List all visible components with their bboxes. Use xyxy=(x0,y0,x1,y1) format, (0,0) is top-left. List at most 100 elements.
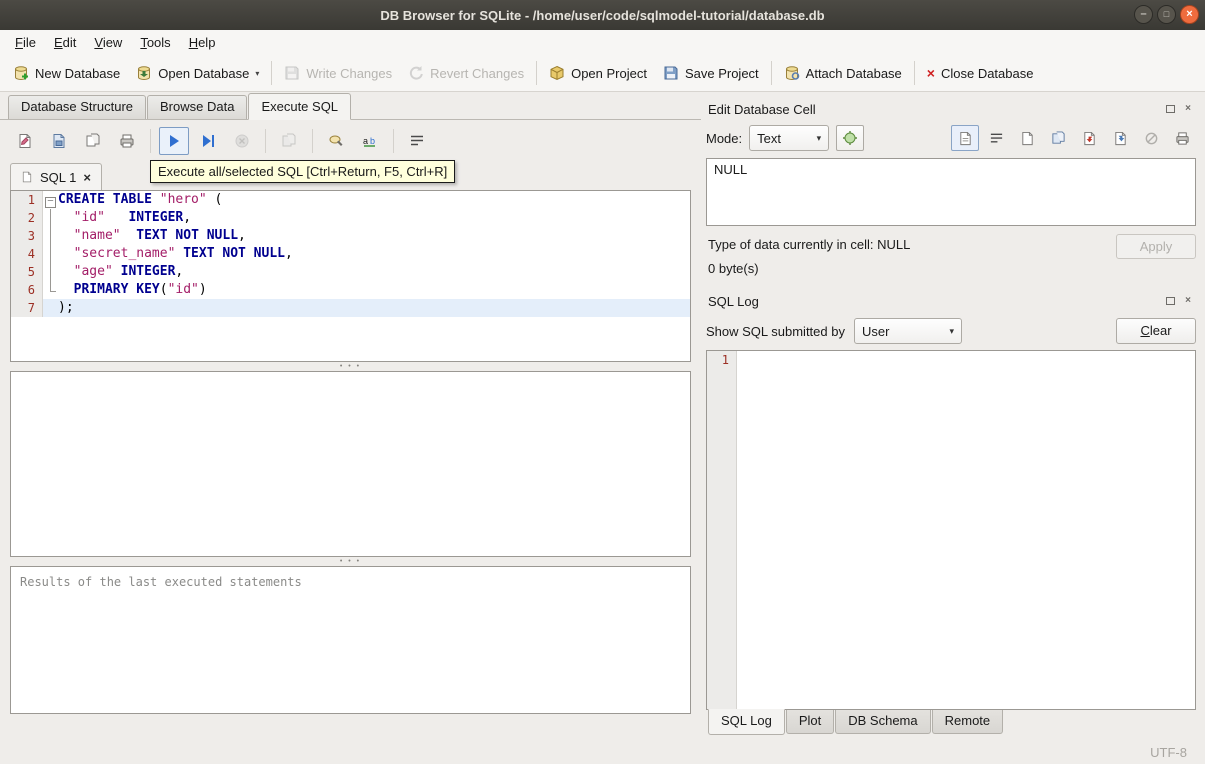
tab-sql-1[interactable]: SQL 1 xyxy=(10,163,102,190)
export-cell-data-button[interactable] xyxy=(1106,125,1134,151)
tab-plot[interactable]: Plot xyxy=(785,710,835,734)
toolbar-separator xyxy=(265,129,266,153)
auto-completion-button[interactable]: ab xyxy=(355,127,385,155)
import-cell-data-button[interactable] xyxy=(1075,125,1103,151)
close-database-button[interactable]: Close Database xyxy=(919,60,1042,87)
menu-tools[interactable]: Tools xyxy=(131,32,179,53)
code-line[interactable]: 3 "name" TEXT NOT NULL, xyxy=(11,227,690,245)
revert-changes-icon xyxy=(408,65,424,81)
stop-execution-button[interactable] xyxy=(227,127,257,155)
code-text: "id" INTEGER, xyxy=(73,210,192,225)
clear-log-button[interactable]: Clear xyxy=(1116,318,1196,344)
line-number: 2 xyxy=(11,209,43,227)
edit-cell-icon-group xyxy=(951,125,1196,151)
code-text: "secret_name" TEXT NOT NULL, xyxy=(73,246,293,261)
code-line[interactable]: 1 CREATE TABLE "hero" ( xyxy=(11,191,690,209)
menu-edit[interactable]: Edit xyxy=(45,32,85,53)
word-wrap-button[interactable] xyxy=(402,127,432,155)
open-project-icon xyxy=(549,65,565,81)
status-bar: UTF-8 xyxy=(0,740,1205,764)
set-null-button[interactable] xyxy=(1137,125,1165,151)
sql-log-view[interactable]: 1 xyxy=(706,350,1196,710)
splitter-handle[interactable] xyxy=(10,557,691,566)
word-wrap-toggle-button[interactable] xyxy=(982,125,1010,151)
execute-all-button[interactable] xyxy=(159,127,189,155)
close-window-icon[interactable] xyxy=(1180,5,1199,24)
dock-float-icon[interactable] xyxy=(1164,103,1176,115)
cell-value-editor[interactable]: NULL xyxy=(706,158,1196,226)
sql-log-dock-header: SQL Log xyxy=(706,290,1196,312)
splitter-handle[interactable] xyxy=(10,362,691,371)
write-changes-button[interactable]: Write Changes xyxy=(276,59,400,87)
print-cell-button[interactable] xyxy=(1168,125,1196,151)
export-file-icon xyxy=(1113,131,1128,146)
apply-button[interactable]: Apply xyxy=(1116,234,1196,259)
auto-completion-icon: ab xyxy=(362,133,378,149)
encoding-indicator: UTF-8 xyxy=(1150,744,1187,760)
code-line[interactable]: 2 "id" INTEGER, xyxy=(11,209,690,227)
dock-close-icon[interactable] xyxy=(1182,295,1194,307)
write-changes-label: Write Changes xyxy=(306,65,393,81)
open-project-button[interactable]: Open Project xyxy=(541,59,655,87)
dock-float-icon[interactable] xyxy=(1164,295,1176,307)
tab-sql-log[interactable]: SQL Log xyxy=(708,709,785,735)
open-database-dropdown-icon[interactable] xyxy=(255,69,259,81)
sql-editor[interactable]: 1CREATE TABLE "hero" (2 "id" INTEGER,3 "… xyxy=(10,190,691,362)
execute-current-line-button[interactable] xyxy=(193,127,223,155)
tab-db-schema[interactable]: DB Schema xyxy=(835,710,931,734)
tab-browse-data[interactable]: Browse Data xyxy=(147,95,248,119)
line-number: 5 xyxy=(11,263,43,281)
window-title: DB Browser for SQLite - /home/user/code/… xyxy=(380,7,825,23)
stop-execution-icon xyxy=(234,133,250,149)
tab-execute-sql[interactable]: Execute SQL xyxy=(248,93,352,120)
fold-marker-icon[interactable] xyxy=(43,191,58,209)
save-project-button[interactable]: Save Project xyxy=(655,59,767,87)
open-sql-file-button[interactable] xyxy=(10,127,40,155)
revert-changes-button[interactable]: Revert Changes xyxy=(400,59,532,87)
dock-close-icon[interactable] xyxy=(1182,103,1194,115)
results-grid-pane[interactable] xyxy=(10,371,691,557)
mode-combobox[interactable]: Text xyxy=(749,125,830,151)
sql-tab-label: SQL 1 xyxy=(40,169,77,185)
right-panel: Edit Database Cell Mode: Text xyxy=(701,92,1205,740)
save-project-label: Save Project xyxy=(684,65,759,81)
auto-detect-mode-icon xyxy=(842,130,858,146)
close-tab-icon[interactable] xyxy=(83,171,91,184)
auto-detect-mode-button[interactable] xyxy=(836,125,865,151)
find-replace-button[interactable] xyxy=(321,127,351,155)
text-view-toggle-button[interactable] xyxy=(951,125,979,151)
save-results-button[interactable] xyxy=(274,127,304,155)
code-line[interactable]: 5 "age" INTEGER, xyxy=(11,263,690,281)
menu-help[interactable]: Help xyxy=(180,32,225,53)
results-message-pane[interactable]: Results of the last executed statements xyxy=(10,566,691,714)
open-project-label: Open Project xyxy=(571,65,647,81)
log-filter-combobox[interactable]: User xyxy=(853,318,962,344)
menu-file[interactable]: File xyxy=(6,32,45,53)
open-database-button[interactable]: Open Database xyxy=(128,59,267,87)
minimize-icon[interactable] xyxy=(1134,5,1153,24)
code-line[interactable]: 6 PRIMARY KEY("id") xyxy=(11,281,690,299)
attach-database-button[interactable]: Attach Database xyxy=(776,59,910,87)
chevron-down-icon xyxy=(941,326,954,337)
copy-cell-button[interactable] xyxy=(1044,125,1072,151)
mode-value: Text xyxy=(757,130,781,146)
open-in-editor-button[interactable] xyxy=(1013,125,1041,151)
cell-size-info: 0 byte(s) xyxy=(708,261,759,276)
print-sql-button[interactable] xyxy=(112,127,142,155)
duplicate-sql-tab-button[interactable] xyxy=(78,127,108,155)
new-database-button[interactable]: New Database xyxy=(5,59,128,87)
revert-changes-label: Revert Changes xyxy=(430,65,525,81)
maximize-icon[interactable] xyxy=(1157,5,1176,24)
menu-view[interactable]: View xyxy=(85,32,131,53)
code-line[interactable]: 7); xyxy=(11,299,690,317)
edit-cell-dock-header: Edit Database Cell xyxy=(706,98,1196,120)
code-line[interactable]: 4 "secret_name" TEXT NOT NULL, xyxy=(11,245,690,263)
save-sql-file-button[interactable] xyxy=(44,127,74,155)
log-filter-value: User xyxy=(861,323,890,339)
tab-database-structure[interactable]: Database Structure xyxy=(8,95,147,119)
line-number: 3 xyxy=(11,227,43,245)
edit-cell-title: Edit Database Cell xyxy=(708,101,816,117)
find-replace-icon xyxy=(328,133,344,149)
tab-remote[interactable]: Remote xyxy=(931,710,1004,734)
sql-toolbar: ab xyxy=(10,120,691,162)
